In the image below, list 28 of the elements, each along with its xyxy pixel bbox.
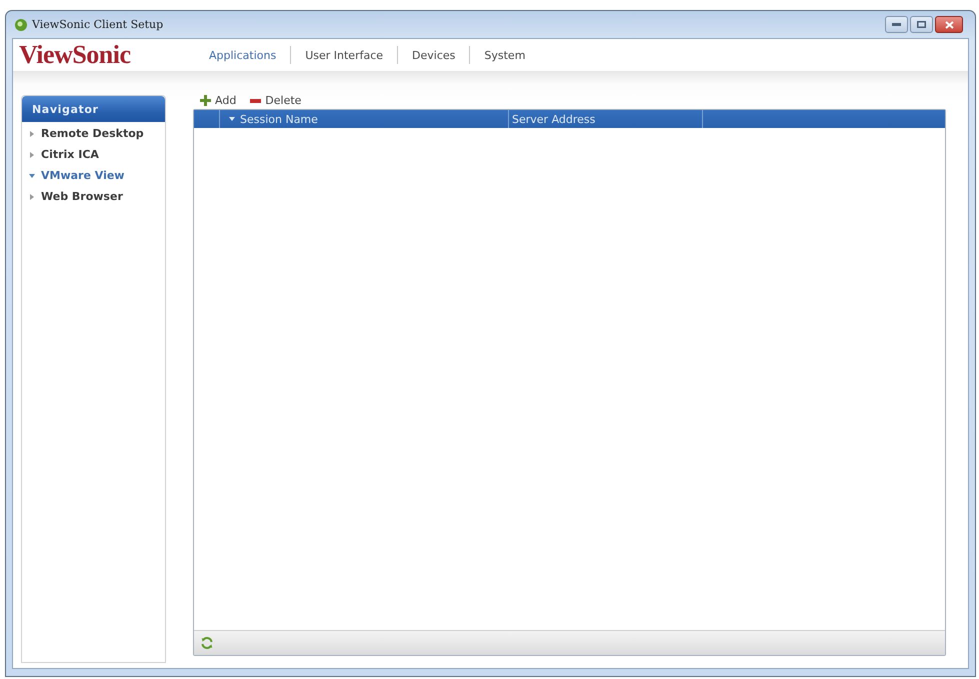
add-button[interactable]: Add	[198, 94, 238, 107]
close-icon	[944, 20, 954, 28]
navigator-item[interactable]: Web Browser	[22, 186, 165, 207]
close-button[interactable]	[935, 16, 963, 33]
caret-right-icon	[29, 194, 35, 200]
delete-button[interactable]: Delete	[248, 94, 304, 107]
caret-down-icon	[29, 172, 35, 178]
navigator-item[interactable]: Remote Desktop	[22, 123, 165, 144]
tab[interactable]: System	[470, 46, 540, 64]
plus-icon	[200, 95, 211, 106]
maximize-icon	[917, 21, 926, 28]
logo: ViewSonic	[19, 40, 132, 70]
navigator-item[interactable]: VMware View	[22, 165, 165, 186]
minimize-button[interactable]	[885, 16, 908, 33]
sort-caret-icon	[229, 116, 235, 122]
caret-right-icon	[29, 130, 35, 136]
minimize-icon	[892, 23, 901, 26]
tab[interactable]: Applications	[195, 46, 290, 64]
window-title: ViewSonic Client Setup	[32, 18, 164, 31]
navigator-item[interactable]: Citrix ICA	[22, 144, 165, 165]
tab[interactable]: User Interface	[291, 46, 398, 64]
tab[interactable]: Devices	[398, 46, 470, 64]
minus-icon	[250, 98, 262, 102]
navigator-title: Navigator	[22, 96, 165, 122]
app-icon	[15, 18, 27, 30]
maximize-button[interactable]	[910, 16, 933, 33]
caret-right-icon	[29, 152, 35, 158]
refresh-icon[interactable]	[201, 637, 213, 649]
